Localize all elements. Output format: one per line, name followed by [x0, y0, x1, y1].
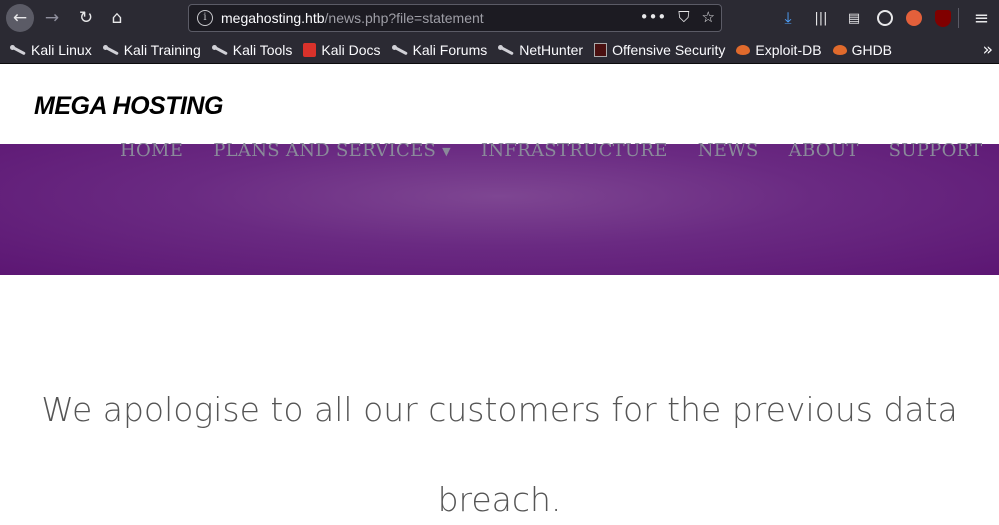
bookmark-label: Offensive Security: [612, 41, 726, 58]
statement-line-1: We apologise to all our customers for th…: [41, 390, 958, 429]
back-arrow-icon[interactable]: ←: [6, 4, 34, 32]
hamburger-menu-icon[interactable]: ≡: [974, 8, 989, 29]
bookmark-nethunter[interactable]: NetHunter: [498, 42, 583, 58]
library-icon[interactable]: |||: [811, 8, 831, 28]
url-bar[interactable]: i megahosting.htb/news.php?file=statemen…: [188, 4, 722, 32]
nav-support[interactable]: SUPPORT: [889, 140, 983, 161]
bookmark-label: Exploit-DB: [755, 41, 822, 58]
bookmark-star-icon[interactable]: ☆: [702, 8, 715, 26]
bookmark-kali-linux[interactable]: Kali Linux: [10, 42, 92, 58]
sidebar-icon[interactable]: ▤: [844, 8, 864, 28]
main-navigation: HOME PLANS AND SERVICES ▼ INFRASTRUCTURE …: [120, 140, 982, 161]
exploitdb-icon: [736, 44, 751, 55]
url-path: /news.php?file=statement: [324, 10, 484, 26]
bookmark-label: Kali Linux: [31, 41, 92, 58]
bookmark-ghdb[interactable]: GHDB: [832, 41, 893, 58]
hero-banner: [0, 144, 999, 275]
site-info-icon[interactable]: i: [197, 10, 213, 26]
nav-plans-and-services[interactable]: PLANS AND SERVICES ▼: [213, 140, 451, 161]
caret-down-icon: ▼: [442, 144, 451, 158]
offsec-icon: [594, 42, 608, 57]
bookmark-label: GHDB: [851, 41, 893, 58]
kali-docs-icon: [303, 42, 317, 57]
browser-toolbar: ← → ↻ ⌂ i megahosting.htb/news.php?file=…: [0, 0, 999, 36]
home-icon[interactable]: ⌂: [103, 4, 131, 32]
kali-dragon-icon: [211, 43, 228, 57]
chevron-more-icon[interactable]: »: [983, 40, 993, 60]
web-page: MEGA HOSTING HOME PLANS AND SERVICES ▼ IN…: [0, 65, 999, 525]
bookmark-kali-forums[interactable]: Kali Forums: [391, 41, 488, 58]
bookmark-kali-tools[interactable]: Kali Tools: [211, 41, 293, 58]
page-actions-icon[interactable]: •••: [640, 8, 667, 26]
extension-icon[interactable]: [906, 10, 922, 26]
nav-home[interactable]: HOME: [120, 140, 183, 161]
bookmark-label: Kali Forums: [412, 41, 488, 58]
bookmark-kali-docs[interactable]: Kali Docs: [303, 41, 381, 58]
nav-label: PLANS AND SERVICES: [213, 140, 437, 161]
bookmark-exploit-db[interactable]: Exploit-DB: [736, 41, 822, 58]
url-text[interactable]: megahosting.htb/news.php?file=statement: [221, 10, 484, 26]
account-icon[interactable]: [877, 10, 893, 26]
bookmark-label: Kali Tools: [232, 41, 293, 58]
site-logo[interactable]: MEGA HOSTING: [34, 92, 223, 121]
exploitdb-icon: [832, 44, 847, 55]
news-statement: We apologise to all our customers for th…: [0, 365, 999, 525]
ublock-icon[interactable]: [935, 9, 951, 27]
kali-dragon-icon: [498, 43, 514, 57]
bookmark-label: Kali Training: [123, 41, 201, 58]
nav-infrastructure[interactable]: INFRASTRUCTURE: [481, 140, 668, 161]
forward-arrow-icon[interactable]: →: [38, 4, 66, 32]
reload-icon[interactable]: ↻: [72, 4, 100, 32]
kali-dragon-icon: [102, 43, 119, 57]
bookmarks-bar: Kali Linux Kali Training Kali Tools Kali…: [0, 36, 999, 64]
nav-about[interactable]: ABOUT: [789, 140, 859, 161]
bookmark-label: NetHunter: [519, 41, 584, 58]
pocket-icon[interactable]: ⛉: [678, 8, 689, 26]
url-host: megahosting.htb: [221, 10, 325, 26]
download-icon[interactable]: ⤓: [778, 8, 798, 28]
bookmark-offensive-security[interactable]: Offensive Security: [594, 42, 725, 58]
statement-line-2: breach.: [437, 480, 562, 519]
nav-news[interactable]: NEWS: [698, 140, 759, 161]
toolbar-separator: [958, 8, 959, 28]
kali-dragon-icon: [10, 43, 26, 57]
kali-dragon-icon: [391, 43, 408, 57]
bookmark-label: Kali Docs: [321, 41, 381, 58]
bookmark-kali-training[interactable]: Kali Training: [102, 41, 201, 58]
